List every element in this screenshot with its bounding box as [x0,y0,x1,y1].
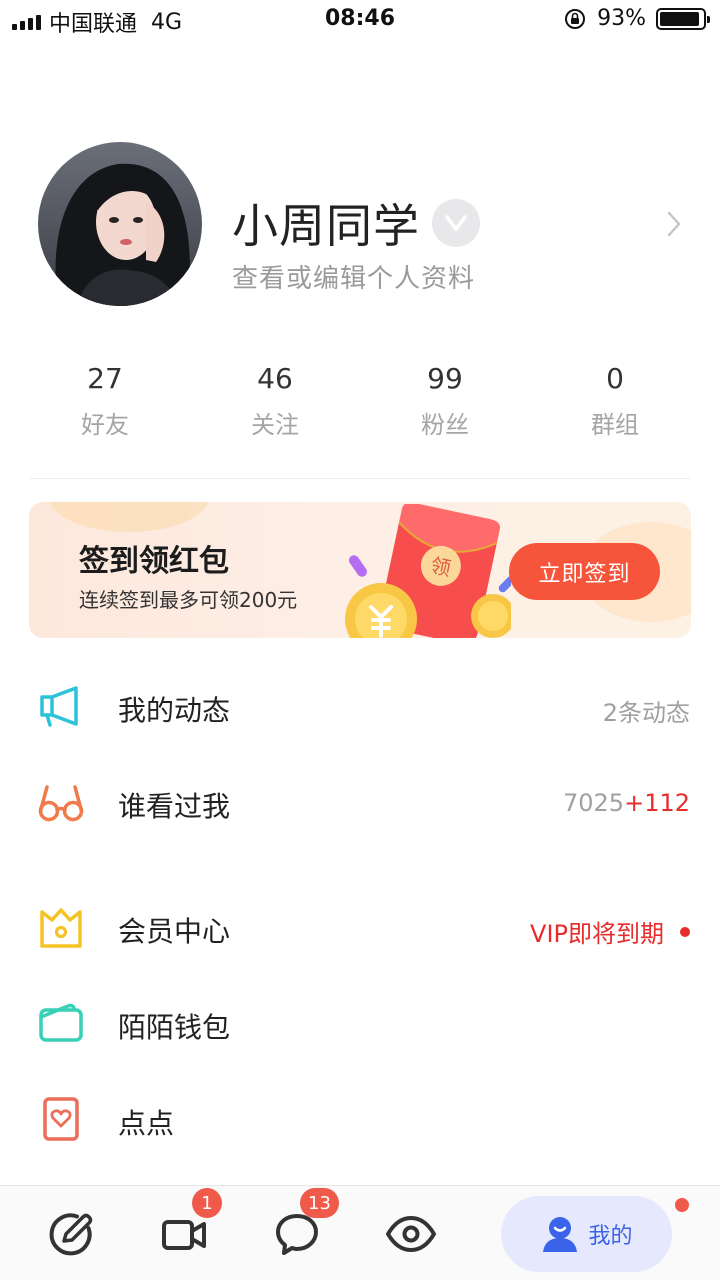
crown-icon [40,908,82,948]
banner-decoration [49,502,209,532]
stat-following[interactable]: 46 关注 [190,362,360,440]
red-envelope-icon: 领 [345,504,511,638]
stat-value: 99 [427,362,463,395]
video-camera-icon [162,1220,206,1250]
heart-card-icon [43,1097,79,1141]
stats-row: 27 好友 46 关注 99 粉丝 0 群组 [20,362,700,440]
menu-label: 我的动态 [118,694,231,727]
menu-label: 陌陌钱包 [118,1011,231,1044]
menu-item-wallet[interactable]: 陌陌钱包 [0,992,720,1052]
avatar[interactable] [38,142,202,306]
status-bar: 中国联通 4G 08:46 93% [0,0,720,40]
stat-label: 好友 [81,411,129,439]
menu-item-vip-center[interactable]: 会员中心 VIP即将到期 [0,896,720,956]
visitor-increment: +112 [624,789,690,817]
vip-expiry-text: VIP即将到期 [530,920,664,948]
megaphone-icon [40,686,78,727]
banner-subtitle: 连续签到最多可领200元 [79,588,298,612]
glasses-icon [38,785,84,822]
stat-groups[interactable]: 0 群组 [530,362,700,440]
stat-value: 27 [87,362,123,395]
menu-label: 谁看过我 [118,790,231,823]
stat-value: 46 [257,362,293,395]
moments-count: 2条动态 [602,699,690,727]
name-row: 小周同学 [232,190,480,256]
visitor-count: 7025 [563,789,625,817]
menu-label: 会员中心 [118,915,231,948]
profile-header[interactable]: 小周同学 查看或编辑个人资料 [0,140,720,310]
status-right: 93% [563,6,710,31]
bottom-tab-bar: 1 13 我的 [0,1185,720,1280]
stat-label: 群组 [591,411,639,439]
menu-item-visitors[interactable]: 谁看过我 7025 +112 [0,771,720,831]
tab-discover[interactable] [383,1206,439,1262]
stat-value: 0 [606,362,624,395]
user-name: 小周同学 [232,199,420,253]
chevron-right-icon [667,211,681,237]
banner-title: 签到领红包 [79,544,229,579]
vip-expiry-notice: VIP即将到期 [530,914,690,949]
compose-icon [49,1213,93,1256]
notification-dot [675,1198,689,1212]
tab-me[interactable]: 我的 [501,1196,672,1272]
menu-item-moments[interactable]: 我的动态 2条动态 [0,675,720,735]
menu-label: 点点 [118,1107,175,1140]
battery-icon [656,7,710,30]
checkin-banner[interactable]: 签到领红包 连续签到最多可领200元 领 立即签到 [29,502,691,638]
stat-label: 粉丝 [421,411,469,439]
edit-profile-hint: 查看或编辑个人资料 [232,264,476,294]
stat-friends[interactable]: 27 好友 [20,362,190,440]
video-badge: 1 [192,1188,222,1218]
battery-fill [660,11,700,26]
user-icon [543,1217,578,1252]
menu-item-dots[interactable]: 点点 [0,1088,720,1148]
checkin-button[interactable]: 立即签到 [509,543,660,600]
stat-fans[interactable]: 99 粉丝 [360,362,530,440]
tab-post[interactable] [43,1206,99,1262]
battery-percent: 93% [597,6,646,31]
visitor-stats: 7025 +112 [563,789,690,817]
tab-me-label: 我的 [588,1224,633,1249]
verified-badge-icon [432,199,480,247]
rotation-lock-icon [565,8,586,29]
eye-icon [386,1216,436,1252]
wallet-icon [39,1003,83,1042]
chat-badge: 13 [300,1188,339,1218]
stat-label: 关注 [251,411,299,439]
notification-dot [680,926,690,937]
divider [30,478,690,479]
